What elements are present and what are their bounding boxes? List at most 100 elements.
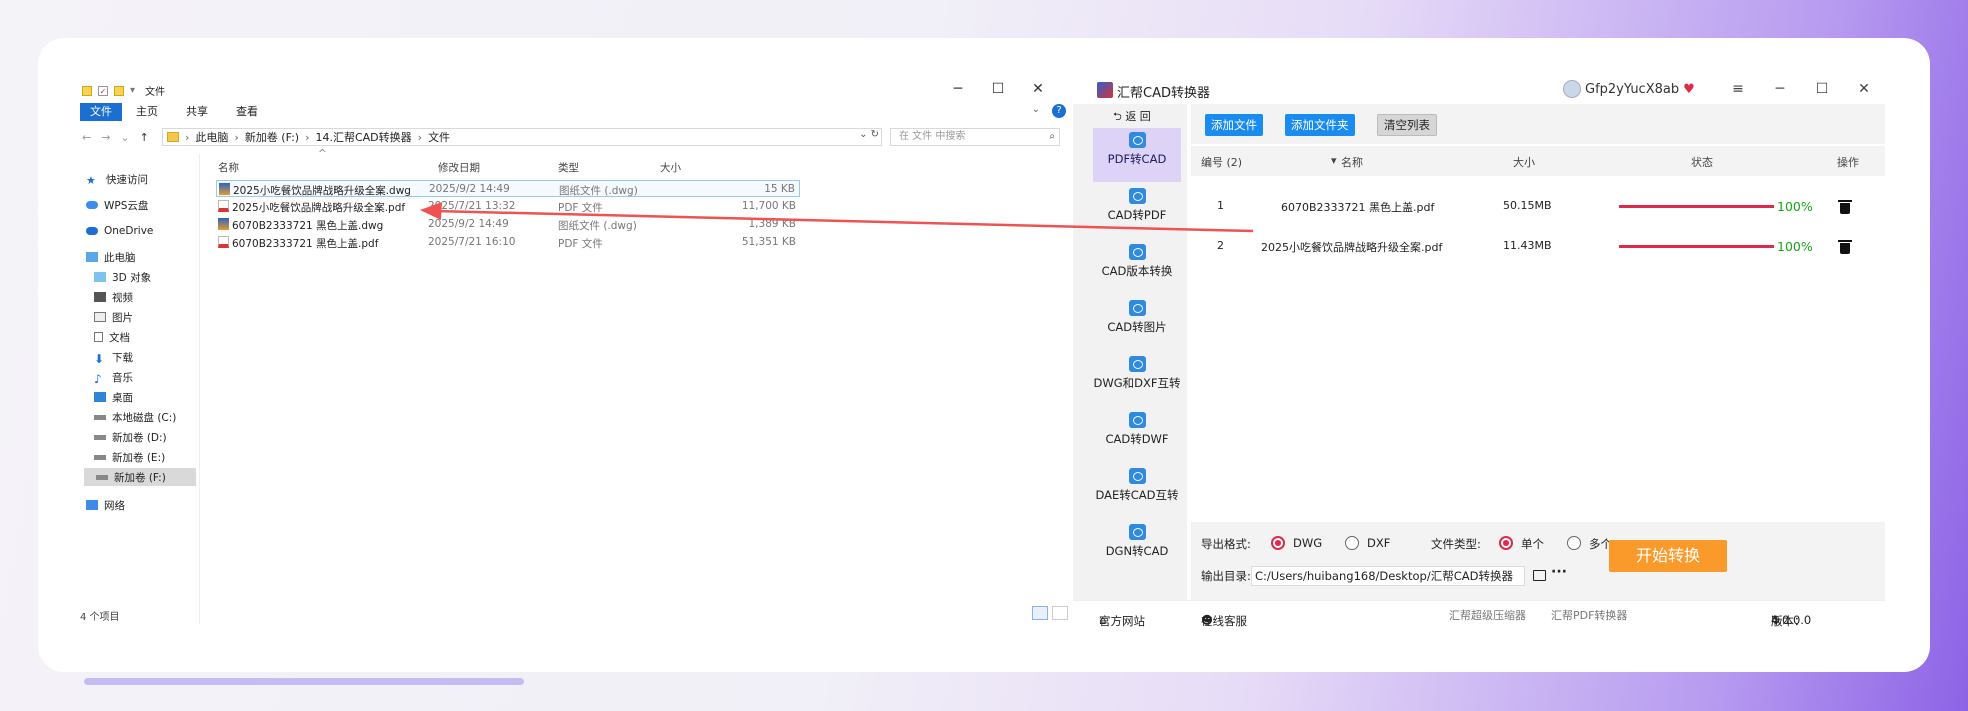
nav-music[interactable]: ♪ 音乐 bbox=[94, 368, 202, 387]
tab-file[interactable]: 文件 bbox=[80, 103, 122, 121]
nav-videos[interactable]: 视频 bbox=[94, 288, 202, 306]
help-icon[interactable]: ? bbox=[1052, 104, 1066, 118]
recent-dropdown-icon[interactable]: ⌄ bbox=[120, 131, 129, 144]
view-toggle bbox=[1032, 606, 1068, 620]
sort-down-icon[interactable]: ▾ bbox=[1331, 154, 1337, 167]
search-input[interactable]: 在 文件 中搜索 ⌕ bbox=[890, 128, 1060, 146]
breadcrumb-files[interactable]: 文件 bbox=[428, 129, 450, 145]
file-row[interactable]: 6070B2333721 黑色上盖.pdf 2025/7/21 16:10 PD… bbox=[216, 234, 800, 251]
add-file-button[interactable]: 添加文件 bbox=[1205, 114, 1263, 136]
back-label: 返 回 bbox=[1125, 110, 1151, 123]
address-bar[interactable]: › 此电脑 › 新加卷 (F:) › 14.汇帮CAD转换器 › 文件 ⌄ ↻ bbox=[162, 128, 882, 146]
radio-filetype-multiple[interactable] bbox=[1567, 536, 1581, 550]
properties-icon[interactable]: ✓ bbox=[98, 85, 108, 96]
large-icons-view-icon[interactable] bbox=[1052, 606, 1068, 620]
nav-dgn-to-cad[interactable]: DGN转CAD bbox=[1093, 520, 1181, 574]
breadcrumb-this-pc[interactable]: 此电脑 bbox=[195, 129, 228, 145]
radio-format-dwg[interactable] bbox=[1271, 536, 1285, 550]
video-icon bbox=[94, 292, 106, 302]
up-arrow-icon[interactable]: ↑ bbox=[140, 131, 149, 144]
add-folder-button[interactable]: 添加文件夹 bbox=[1285, 114, 1355, 136]
file-row[interactable]: 6070B2333721 黑色上盖.dwg 2025/9/2 14:49 图纸文… bbox=[216, 216, 800, 233]
nav-dwg-dxf[interactable]: DWG和DXF互转 bbox=[1093, 352, 1181, 406]
horizontal-scrollbar[interactable] bbox=[84, 678, 524, 685]
nav-drive-c[interactable]: 本地磁盘 (C:) bbox=[94, 408, 202, 426]
tab-view[interactable]: 查看 bbox=[222, 103, 272, 121]
maximize-button[interactable]: ☐ bbox=[1801, 80, 1843, 98]
quick-access-toolbar: ✓ ▾ 文件 bbox=[82, 83, 165, 98]
nav-onedrive[interactable]: OneDrive bbox=[86, 222, 194, 240]
music-icon: ♪ bbox=[94, 372, 102, 386]
back-button[interactable]: ⮌ 返 回 bbox=[1113, 108, 1151, 127]
breadcrumb-cad-folder[interactable]: 14.汇帮CAD转换器 bbox=[315, 129, 411, 145]
column-header-size[interactable]: 大小 bbox=[660, 160, 681, 178]
minimize-button[interactable]: ─ bbox=[938, 80, 978, 98]
download-icon: ⬇ bbox=[94, 352, 105, 366]
column-header-size: 大小 bbox=[1513, 156, 1535, 169]
nav-drive-f[interactable]: 新加卷 (F:) bbox=[84, 468, 196, 486]
nav-cad-version[interactable]: CAD版本转换 bbox=[1093, 240, 1181, 294]
radio-format-dxf[interactable] bbox=[1345, 536, 1359, 550]
back-arrow-icon[interactable]: ← bbox=[82, 131, 91, 144]
compressor-link[interactable]: 汇帮超级压缩器 bbox=[1449, 607, 1526, 623]
nav-network[interactable]: 网络 bbox=[86, 496, 194, 514]
nav-cad-to-pdf[interactable]: CAD转PDF bbox=[1093, 184, 1181, 238]
tab-share[interactable]: 共享 bbox=[172, 103, 222, 121]
clear-list-button[interactable]: 清空列表 bbox=[1377, 114, 1437, 136]
column-header-name[interactable]: 名称 bbox=[218, 160, 239, 178]
file-row[interactable]: 2025小吃餐饮品牌战略升级全案.dwg 2025/9/2 14:49 图纸文件… bbox=[216, 180, 800, 197]
nav-downloads[interactable]: ⬇ 下载 bbox=[94, 348, 202, 367]
breadcrumb-separator-icon: › bbox=[185, 130, 190, 144]
nav-this-pc[interactable]: 此电脑 bbox=[86, 248, 194, 266]
radio-filetype-single[interactable] bbox=[1499, 536, 1513, 550]
drive-icon bbox=[94, 414, 106, 420]
breadcrumb-drive-f[interactable]: 新加卷 (F:) bbox=[245, 129, 299, 145]
cad-to-pdf-icon bbox=[1128, 188, 1146, 204]
menu-icon[interactable]: ≡ bbox=[1717, 80, 1759, 98]
onedrive-icon bbox=[86, 227, 98, 235]
column-header-type[interactable]: 类型 bbox=[558, 160, 579, 178]
pdf-converter-link[interactable]: 汇帮PDF转换器 bbox=[1551, 607, 1627, 623]
browse-folder-icon[interactable] bbox=[1533, 570, 1546, 581]
nav-drive-d[interactable]: 新加卷 (D:) bbox=[94, 428, 202, 446]
nav-quick-access[interactable]: ★ 快速访问 bbox=[86, 170, 194, 188]
nav-documents[interactable]: 文档 bbox=[94, 328, 202, 346]
vip-badge-icon: ♥ bbox=[1683, 81, 1695, 97]
new-folder-icon[interactable] bbox=[114, 85, 124, 96]
avatar bbox=[1563, 80, 1581, 98]
nav-label: PDF转CAD bbox=[1107, 152, 1167, 166]
expand-ribbon-icon[interactable]: ⌄ bbox=[1032, 104, 1040, 115]
nav-cad-to-dwf[interactable]: CAD转DWF bbox=[1093, 408, 1181, 462]
close-button[interactable]: ✕ bbox=[1018, 80, 1058, 98]
forward-arrow-icon[interactable]: → bbox=[101, 131, 110, 144]
nav-dae-cad[interactable]: DAE转CAD互转 bbox=[1093, 464, 1181, 518]
delete-trash-icon[interactable] bbox=[1838, 199, 1852, 214]
file-row[interactable]: 2025小吃餐饮品牌战略升级全案.pdf 2025/7/21 13:32 PDF… bbox=[216, 198, 800, 215]
column-header-name[interactable]: 名称 bbox=[1341, 154, 1363, 170]
search-icon: ⌕ bbox=[1049, 131, 1055, 142]
more-options-icon[interactable]: ··· bbox=[1551, 564, 1567, 580]
nav-pictures[interactable]: 图片 bbox=[94, 308, 202, 326]
file-type: PDF 文件 bbox=[558, 238, 603, 250]
nav-drive-e[interactable]: 新加卷 (E:) bbox=[94, 448, 202, 466]
nav-label: 网络 bbox=[104, 499, 125, 512]
maximize-button[interactable]: ☐ bbox=[978, 80, 1018, 98]
close-button[interactable]: ✕ bbox=[1843, 80, 1885, 98]
output-dir-field[interactable]: C:/Users/huibang168/Desktop/汇帮CAD转换器 bbox=[1251, 566, 1525, 586]
address-refresh-icon[interactable]: ⌄ ↻ bbox=[859, 129, 879, 140]
nav-cad-to-image[interactable]: CAD转图片 bbox=[1093, 296, 1181, 350]
nav-desktop[interactable]: 桌面 bbox=[94, 388, 202, 406]
details-view-icon[interactable] bbox=[1032, 606, 1048, 620]
drive-icon bbox=[96, 474, 108, 480]
nav-3d-objects[interactable]: 3D 对象 bbox=[94, 268, 202, 286]
minimize-button[interactable]: ─ bbox=[1759, 80, 1801, 98]
row-file-size: 11.43MB bbox=[1503, 239, 1552, 252]
nav-pdf-to-cad[interactable]: PDF转CAD bbox=[1093, 128, 1181, 182]
delete-trash-icon[interactable] bbox=[1838, 239, 1852, 254]
start-convert-button[interactable]: 开始转换 bbox=[1609, 540, 1727, 572]
user-account[interactable]: Gfp2yYucX8ab ♥ bbox=[1563, 80, 1695, 98]
column-header-date[interactable]: 修改日期 bbox=[438, 160, 480, 178]
nav-wps-cloud[interactable]: WPS云盘 bbox=[86, 196, 194, 214]
customize-arrow-icon[interactable]: ▾ bbox=[130, 85, 135, 96]
tab-home[interactable]: 主页 bbox=[122, 103, 172, 121]
